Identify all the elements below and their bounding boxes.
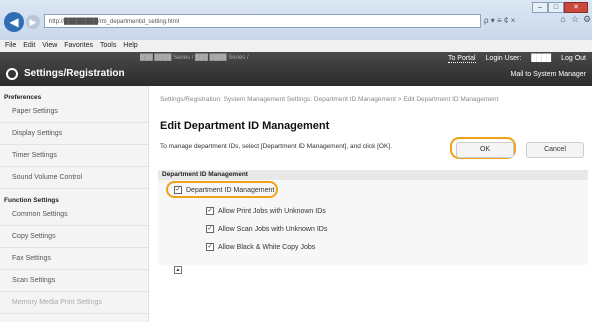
menu-tools[interactable]: Tools	[100, 40, 116, 52]
login-user-name: ████	[531, 55, 552, 62]
address-tools[interactable]: ρ ▾ ≡ ¢ ×	[484, 16, 515, 25]
sidebar-item-timer-settings[interactable]: Timer Settings	[0, 145, 148, 167]
instruction-text: To manage department IDs, select [Depart…	[160, 143, 392, 150]
device-model: ███ ████ Series / ███ ████ Series /	[140, 55, 249, 61]
close-icon[interactable]: ✕	[564, 2, 588, 13]
checkbox-checked-icon[interactable]: ✓	[206, 225, 214, 233]
menu-view[interactable]: View	[42, 40, 57, 52]
sidebar-item-copy-settings[interactable]: Copy Settings	[0, 226, 148, 248]
menu-edit[interactable]: Edit	[23, 40, 35, 52]
checkbox-checked-icon[interactable]: ✓	[174, 186, 182, 194]
main-checkbox-label: Department ID Management	[186, 186, 275, 194]
sidebar-item-common-settings[interactable]: Common Settings	[0, 204, 148, 226]
menu-help[interactable]: Help	[123, 40, 137, 52]
allow-bw-copy-jobs-checkbox-row[interactable]: ✓ Allow Black & White Copy Jobs	[206, 243, 315, 251]
mail-to-system-manager-link[interactable]: Mail to System Manager	[511, 71, 586, 78]
sidebar-item-paper-settings[interactable]: Paper Settings	[0, 101, 148, 123]
favorites-icon[interactable]: ☆	[569, 14, 581, 25]
to-portal-link[interactable]: To Portal	[447, 55, 476, 63]
minimize-icon[interactable]: –	[532, 2, 548, 13]
department-id-management-checkbox-row[interactable]: ✓ Department ID Management	[174, 186, 274, 194]
sub-option-label: Allow Print Jobs with Unknown IDs	[218, 207, 326, 215]
app-header: Settings/Registration ███ ████ Series / …	[0, 52, 592, 86]
url-input[interactable]: http://████████/rm_departmentid_setting.…	[44, 14, 481, 28]
browser-toolbar-icons: ⌂ ☆ ⚙	[557, 14, 592, 25]
ok-button[interactable]: OK	[456, 142, 514, 158]
scroll-to-top-icon[interactable]: ▲	[174, 266, 182, 274]
settings-gear-icon[interactable]: ⚙	[581, 14, 592, 25]
sidebar-section-function: Function Settings	[4, 197, 59, 204]
sidebar-item-sound-volume[interactable]: Sound Volume Control	[0, 167, 148, 189]
nav-buttons: ◀ ▶	[4, 12, 40, 32]
breadcrumb: Settings/Registration: System Management…	[160, 96, 499, 103]
home-icon[interactable]: ⌂	[557, 14, 569, 25]
cancel-button[interactable]: Cancel	[526, 142, 584, 158]
allow-print-jobs-checkbox-row[interactable]: ✓ Allow Print Jobs with Unknown IDs	[206, 207, 326, 215]
address-bar: http://████████/rm_departmentid_setting.…	[44, 14, 592, 30]
window-controls: – □ ✕	[532, 2, 588, 13]
sidebar-item-memory-media[interactable]: Memory Media Print Settings	[0, 292, 148, 314]
sidebar-section-preferences: Preferences	[4, 94, 42, 101]
page-title: Edit Department ID Management	[160, 120, 330, 132]
maximize-icon[interactable]: □	[548, 2, 564, 13]
login-user-label: Login User:	[485, 55, 522, 62]
menu-file[interactable]: File	[5, 40, 16, 52]
section-header: Department ID Management	[158, 170, 588, 180]
forward-icon[interactable]: ▶	[26, 15, 40, 29]
app-title: Settings/Registration	[24, 68, 125, 79]
browser-titlebar: – □ ✕ ◀ ▶ http://████████/rm_departmenti…	[0, 0, 592, 40]
allow-scan-jobs-checkbox-row[interactable]: ✓ Allow Scan Jobs with Unknown IDs	[206, 225, 327, 233]
log-out-link[interactable]: Log Out	[561, 55, 586, 62]
checkbox-checked-icon[interactable]: ✓	[206, 207, 214, 215]
back-icon[interactable]: ◀	[4, 12, 24, 32]
sub-option-label: Allow Black & White Copy Jobs	[218, 243, 316, 251]
header-links: To Portal Login User: ████ Log Out	[440, 55, 586, 63]
sidebar-item-scan-settings[interactable]: Scan Settings	[0, 270, 148, 292]
checkbox-checked-icon[interactable]: ✓	[206, 243, 214, 251]
settings-icon	[6, 68, 18, 80]
sidebar: Preferences Paper Settings Display Setti…	[0, 86, 149, 322]
menu-favorites[interactable]: Favorites	[64, 40, 93, 52]
sub-option-label: Allow Scan Jobs with Unknown IDs	[218, 225, 328, 233]
sidebar-item-fax-settings[interactable]: Fax Settings	[0, 248, 148, 270]
sidebar-item-display-settings[interactable]: Display Settings	[0, 123, 148, 145]
